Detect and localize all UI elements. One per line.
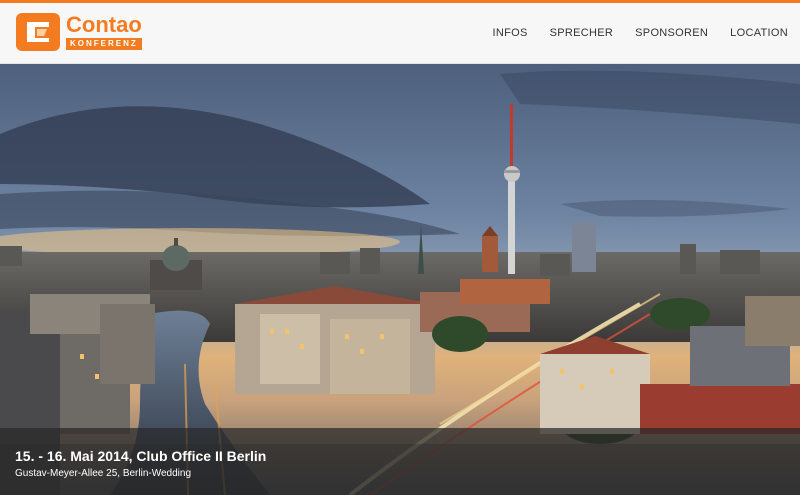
nav-item-location[interactable]: LOCATION [730,27,788,39]
main-navigation: INFOS SPRECHER SPONSOREN LOCATION [471,3,788,63]
site-header: Contao KONFERENZ INFOS SPRECHER SPONSORE… [0,3,800,64]
site-logo[interactable]: Contao KONFERENZ [16,13,142,51]
nav-item-sponsoren[interactable]: SPONSOREN [635,27,708,39]
nav-item-infos[interactable]: INFOS [493,27,528,39]
logo-wordmark: Contao KONFERENZ [66,14,142,50]
event-info-caption: 15. - 16. Mai 2014, Club Office II Berli… [0,428,800,495]
nav-item-sprecher[interactable]: SPRECHER [550,27,614,39]
event-date-venue: 15. - 16. Mai 2014, Club Office II Berli… [15,448,267,464]
hero-banner: 15. - 16. Mai 2014, Club Office II Berli… [0,64,800,495]
logo-subtitle: KONFERENZ [66,38,142,50]
logo-title: Contao [66,12,142,37]
event-address: Gustav-Meyer-Allee 25, Berlin-Wedding [15,468,192,479]
contao-logo-icon [16,13,60,51]
